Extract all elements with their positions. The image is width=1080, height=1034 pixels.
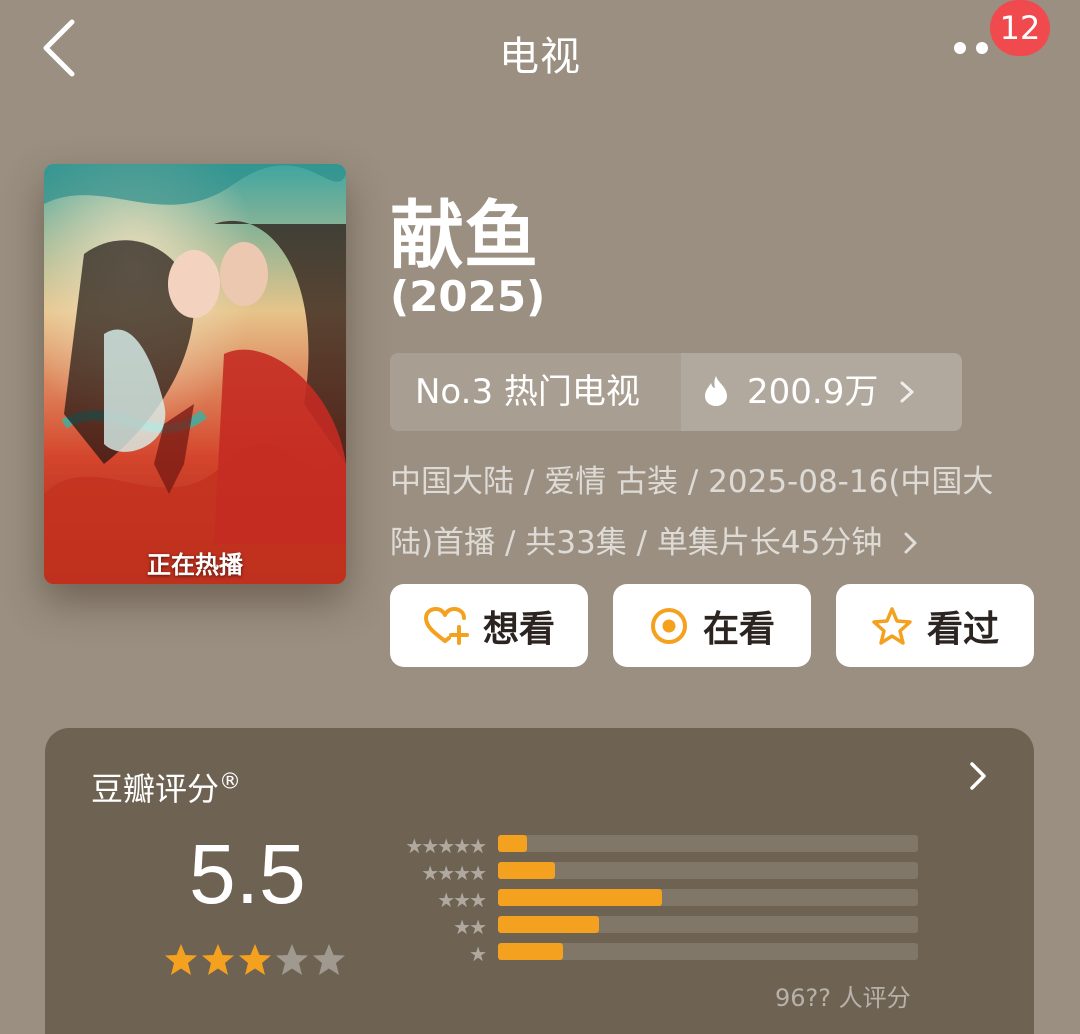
top-bar: 电视 12 [0,0,1080,100]
rating-star-levels: ★★★★★ ★★★★ ★★★ ★★ ★ [375,833,487,968]
flame-icon [705,376,727,406]
rating-bar-track [498,916,918,933]
more-icon-dot [976,42,988,54]
want-to-watch-button[interactable]: 想看 [390,584,588,667]
notification-badge: 12 [990,0,1050,56]
rating-bar-fill [498,862,555,879]
heart-plus-icon [423,606,469,645]
rank-label[interactable]: No.3 热门电视 [390,353,681,431]
rank-bar[interactable]: No.3 热门电视 200.9万 [390,353,962,431]
target-icon [650,607,687,644]
rating-bar-fill [498,916,599,933]
star-outline-icon [872,606,912,645]
rating-bar-track [498,889,918,906]
rating-bar-track [498,835,918,852]
rating-level-1-stars: ★ [469,942,487,966]
rating-level-3-stars: ★★★ [437,888,487,912]
rating-bar-fill [498,943,564,960]
rating-level-5-stars: ★★★★★ [405,834,487,858]
chevron-right-icon[interactable] [968,760,988,796]
movie-year: (2025) [390,272,546,321]
star-filled-icon [239,944,271,975]
rating-score: 5.5 [189,827,306,921]
star-empty-icon [313,944,345,975]
meta-line-2-text: 陆)首播 / 共33集 / 单集片长45分钟 [390,525,883,561]
rating-card[interactable]: 豆瓣评分® 5.5 ★★★★★ ★★★★ ★★★ ★★ ★ 96?? 人评分 [45,728,1034,1034]
heat-label[interactable]: 200.9万 [681,353,962,431]
star-empty-icon [276,944,308,975]
chevron-right-icon [904,532,917,554]
meta-line-1: 中国大陆 / 爱情 古装 / 2025-08-16(中国大 [390,464,994,500]
poster-artwork [44,164,346,584]
star-filled-icon [202,944,234,975]
poster-image[interactable]: 正在热播 [44,164,346,584]
rating-bar-track [498,862,918,879]
chevron-right-icon [898,353,934,431]
heat-value: 200.9万 [747,372,879,412]
poster-tag: 正在热播 [147,551,243,579]
rating-label-text: 豆瓣评分 [91,770,220,808]
more-icon [954,42,966,54]
rating-bar-fill [498,835,528,852]
page-title: 电视 [499,34,581,80]
rating-label: 豆瓣评分® [91,764,241,810]
movie-title: 献鱼 [390,193,538,279]
registered-mark: ® [219,769,242,795]
rating-level-4-stars: ★★★★ [421,861,487,885]
watched-label: 看过 [926,608,999,650]
rating-distribution [498,835,918,970]
rating-bar-fill [498,889,662,906]
rating-level-2-stars: ★★ [453,915,487,939]
movie-meta[interactable]: 中国大陆 / 爱情 古装 / 2025-08-16(中国大 陆)首播 / 共33… [390,452,1020,574]
rating-count: 96?? 人评分 [775,984,911,1012]
watching-label: 在看 [702,608,775,650]
star-filled-icon [165,944,197,975]
want-to-watch-label: 想看 [482,608,555,650]
watching-button[interactable]: 在看 [613,584,811,667]
watched-button[interactable]: 看过 [836,584,1034,667]
rating-stars [163,942,347,978]
rating-bar-track [498,943,918,960]
meta-line-2: 陆)首播 / 共33集 / 单集片长45分钟 [390,513,1020,574]
